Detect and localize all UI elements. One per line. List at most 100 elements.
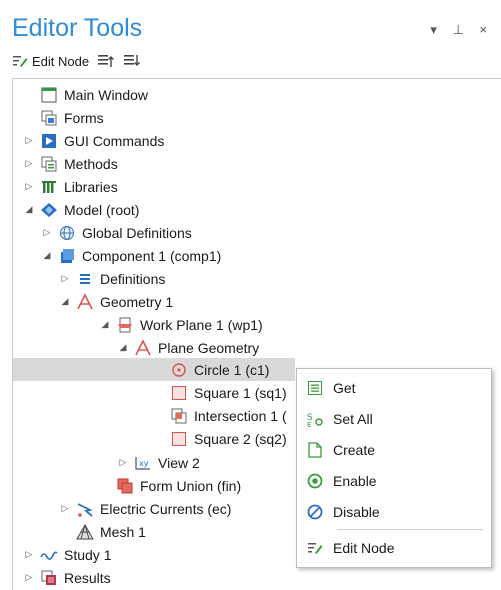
view-icon: xy	[134, 454, 152, 472]
tree-item-mesh-1[interactable]: Mesh 1	[58, 520, 146, 543]
tree-item-definitions[interactable]: ▷ Definitions	[58, 267, 166, 290]
tree-item-label: Circle 1 (c1)	[194, 361, 270, 378]
tree-item-label: Study 1	[64, 546, 112, 563]
move-up-icon	[98, 55, 115, 67]
tree-item-label: Libraries	[64, 178, 118, 195]
libraries-icon	[40, 178, 58, 196]
tree-item-label: Model (root)	[64, 201, 140, 218]
tree-item-label: View 2	[158, 454, 200, 471]
menu-item-enable[interactable]: Enable	[297, 466, 491, 496]
expand-arrow-icon[interactable]: ▷	[22, 549, 36, 560]
menu-item-label: Edit Node	[333, 540, 395, 556]
menu-item-get[interactable]: Get	[297, 373, 491, 403]
tree-item-square-1[interactable]: Square 1 (sq1)	[152, 381, 287, 404]
edit-node-button[interactable]: Edit Node	[12, 54, 89, 69]
tree-item-label: GUI Commands	[64, 132, 165, 149]
menu-item-label: Enable	[333, 473, 377, 489]
model-icon	[40, 201, 58, 219]
tree-item-forms[interactable]: Forms	[22, 106, 104, 129]
tree-item-form-union[interactable]: Form Union (fin)	[98, 474, 241, 497]
tree-item-label: Intersection 1 (	[194, 407, 287, 424]
tree-item-label: Results	[64, 569, 111, 586]
edit-node-icon	[13, 56, 28, 67]
menu-item-edit-node[interactable]: Edit Node	[297, 533, 491, 563]
form-union-icon	[116, 477, 134, 495]
intersection-icon	[170, 407, 188, 425]
move-up-button[interactable]	[97, 54, 115, 68]
gui-commands-icon	[40, 132, 58, 150]
menu-item-disable[interactable]: Disable	[297, 497, 491, 527]
tree-item-libraries[interactable]: ▷ Libraries	[22, 175, 118, 198]
study-icon	[40, 546, 58, 564]
context-menu: Get SE Set All Create Enable Disable Edi…	[296, 368, 492, 568]
tree-item-main-window[interactable]: Main Window	[22, 83, 148, 106]
menu-item-label: Get	[333, 380, 356, 396]
tree-item-intersection-1[interactable]: Intersection 1 (	[152, 404, 287, 427]
tree-item-label: Mesh 1	[100, 523, 146, 540]
edit-node-label: Edit Node	[32, 53, 90, 69]
tree-item-gui-commands[interactable]: ▷ GUI Commands	[22, 129, 165, 152]
menu-item-label: Set All	[333, 411, 373, 427]
expand-arrow-icon[interactable]: ▷	[22, 572, 36, 583]
tree-item-label: Methods	[64, 155, 118, 172]
expand-arrow-icon[interactable]: ▷	[22, 135, 36, 146]
tree-item-label: Forms	[64, 109, 104, 126]
move-down-button[interactable]	[123, 54, 141, 68]
expand-arrow-icon[interactable]: ▷	[116, 457, 130, 468]
tree-item-label: Square 1 (sq1)	[194, 384, 287, 401]
enable-icon	[307, 473, 323, 489]
collapse-arrow-icon[interactable]: ◢	[116, 342, 130, 353]
circle-icon	[170, 361, 188, 379]
globe-icon	[58, 224, 76, 242]
svg-text:xy: xy	[139, 459, 149, 468]
collapse-arrow-icon[interactable]: ◢	[98, 319, 112, 330]
menu-divider	[337, 529, 483, 530]
electric-currents-icon	[76, 500, 94, 518]
expand-arrow-icon[interactable]: ▷	[22, 181, 36, 192]
tree-item-electric-currents[interactable]: ▷ Electric Currents (ec)	[58, 497, 232, 520]
tree-item-global-definitions[interactable]: ▷ Global Definitions	[40, 221, 192, 244]
results-icon	[40, 569, 58, 587]
menu-item-label: Create	[333, 442, 376, 458]
tree-item-geometry-1[interactable]: ◢ Geometry 1	[58, 290, 173, 313]
definitions-icon	[76, 270, 94, 288]
tree-item-component-1[interactable]: ◢ Component 1 (comp1)	[40, 244, 222, 267]
tree-item-results[interactable]: ▷ Results	[22, 566, 111, 589]
collapse-arrow-icon[interactable]: ◢	[58, 296, 72, 307]
square-icon	[170, 430, 188, 448]
tree-item-label: Global Definitions	[82, 224, 192, 241]
window-controls[interactable]: ▾ ⊥ ×	[430, 22, 493, 38]
window-icon	[40, 86, 58, 104]
svg-text:E: E	[307, 421, 311, 428]
tree-item-label: Square 2 (sq2)	[194, 430, 287, 447]
tree-item-view-2[interactable]: ▷ xy View 2	[116, 451, 200, 474]
expand-arrow-icon[interactable]: ▷	[58, 273, 72, 284]
get-icon	[308, 381, 322, 395]
set-all-icon: SE	[307, 413, 323, 428]
tree-item-label: Main Window	[64, 86, 149, 103]
tree-item-work-plane-1[interactable]: ◢ Work Plane 1 (wp1)	[98, 313, 263, 336]
expand-arrow-icon[interactable]: ▷	[40, 227, 54, 238]
collapse-arrow-icon[interactable]: ◢	[22, 204, 36, 215]
tree-item-label: Definitions	[100, 270, 166, 287]
mesh-icon	[76, 523, 94, 541]
square-icon	[170, 384, 188, 402]
tree-item-label: Electric Currents (ec)	[100, 500, 232, 517]
tree-item-label: Plane Geometry	[158, 339, 260, 356]
tree-item-plane-geometry[interactable]: ◢ Plane Geometry	[116, 336, 259, 359]
tree-item-study-1[interactable]: ▷ Study 1	[22, 543, 112, 566]
tree-item-methods[interactable]: ▷ Methods	[22, 152, 118, 175]
move-down-icon	[124, 55, 141, 66]
menu-item-create[interactable]: Create	[297, 435, 491, 465]
component-icon	[58, 247, 76, 265]
expand-arrow-icon[interactable]: ▷	[22, 158, 36, 169]
collapse-arrow-icon[interactable]: ◢	[40, 250, 54, 261]
tree-item-circle-1[interactable]: Circle 1 (c1)	[152, 358, 269, 381]
forms-icon	[40, 109, 58, 127]
tree-item-square-2[interactable]: Square 2 (sq2)	[152, 427, 287, 450]
tree-item-label: Component 1 (comp1)	[82, 247, 222, 264]
expand-arrow-icon[interactable]: ▷	[58, 503, 72, 514]
disable-icon	[307, 504, 323, 520]
menu-item-set-all[interactable]: SE Set All	[297, 404, 491, 434]
tree-item-model-root[interactable]: ◢ Model (root)	[22, 198, 140, 221]
